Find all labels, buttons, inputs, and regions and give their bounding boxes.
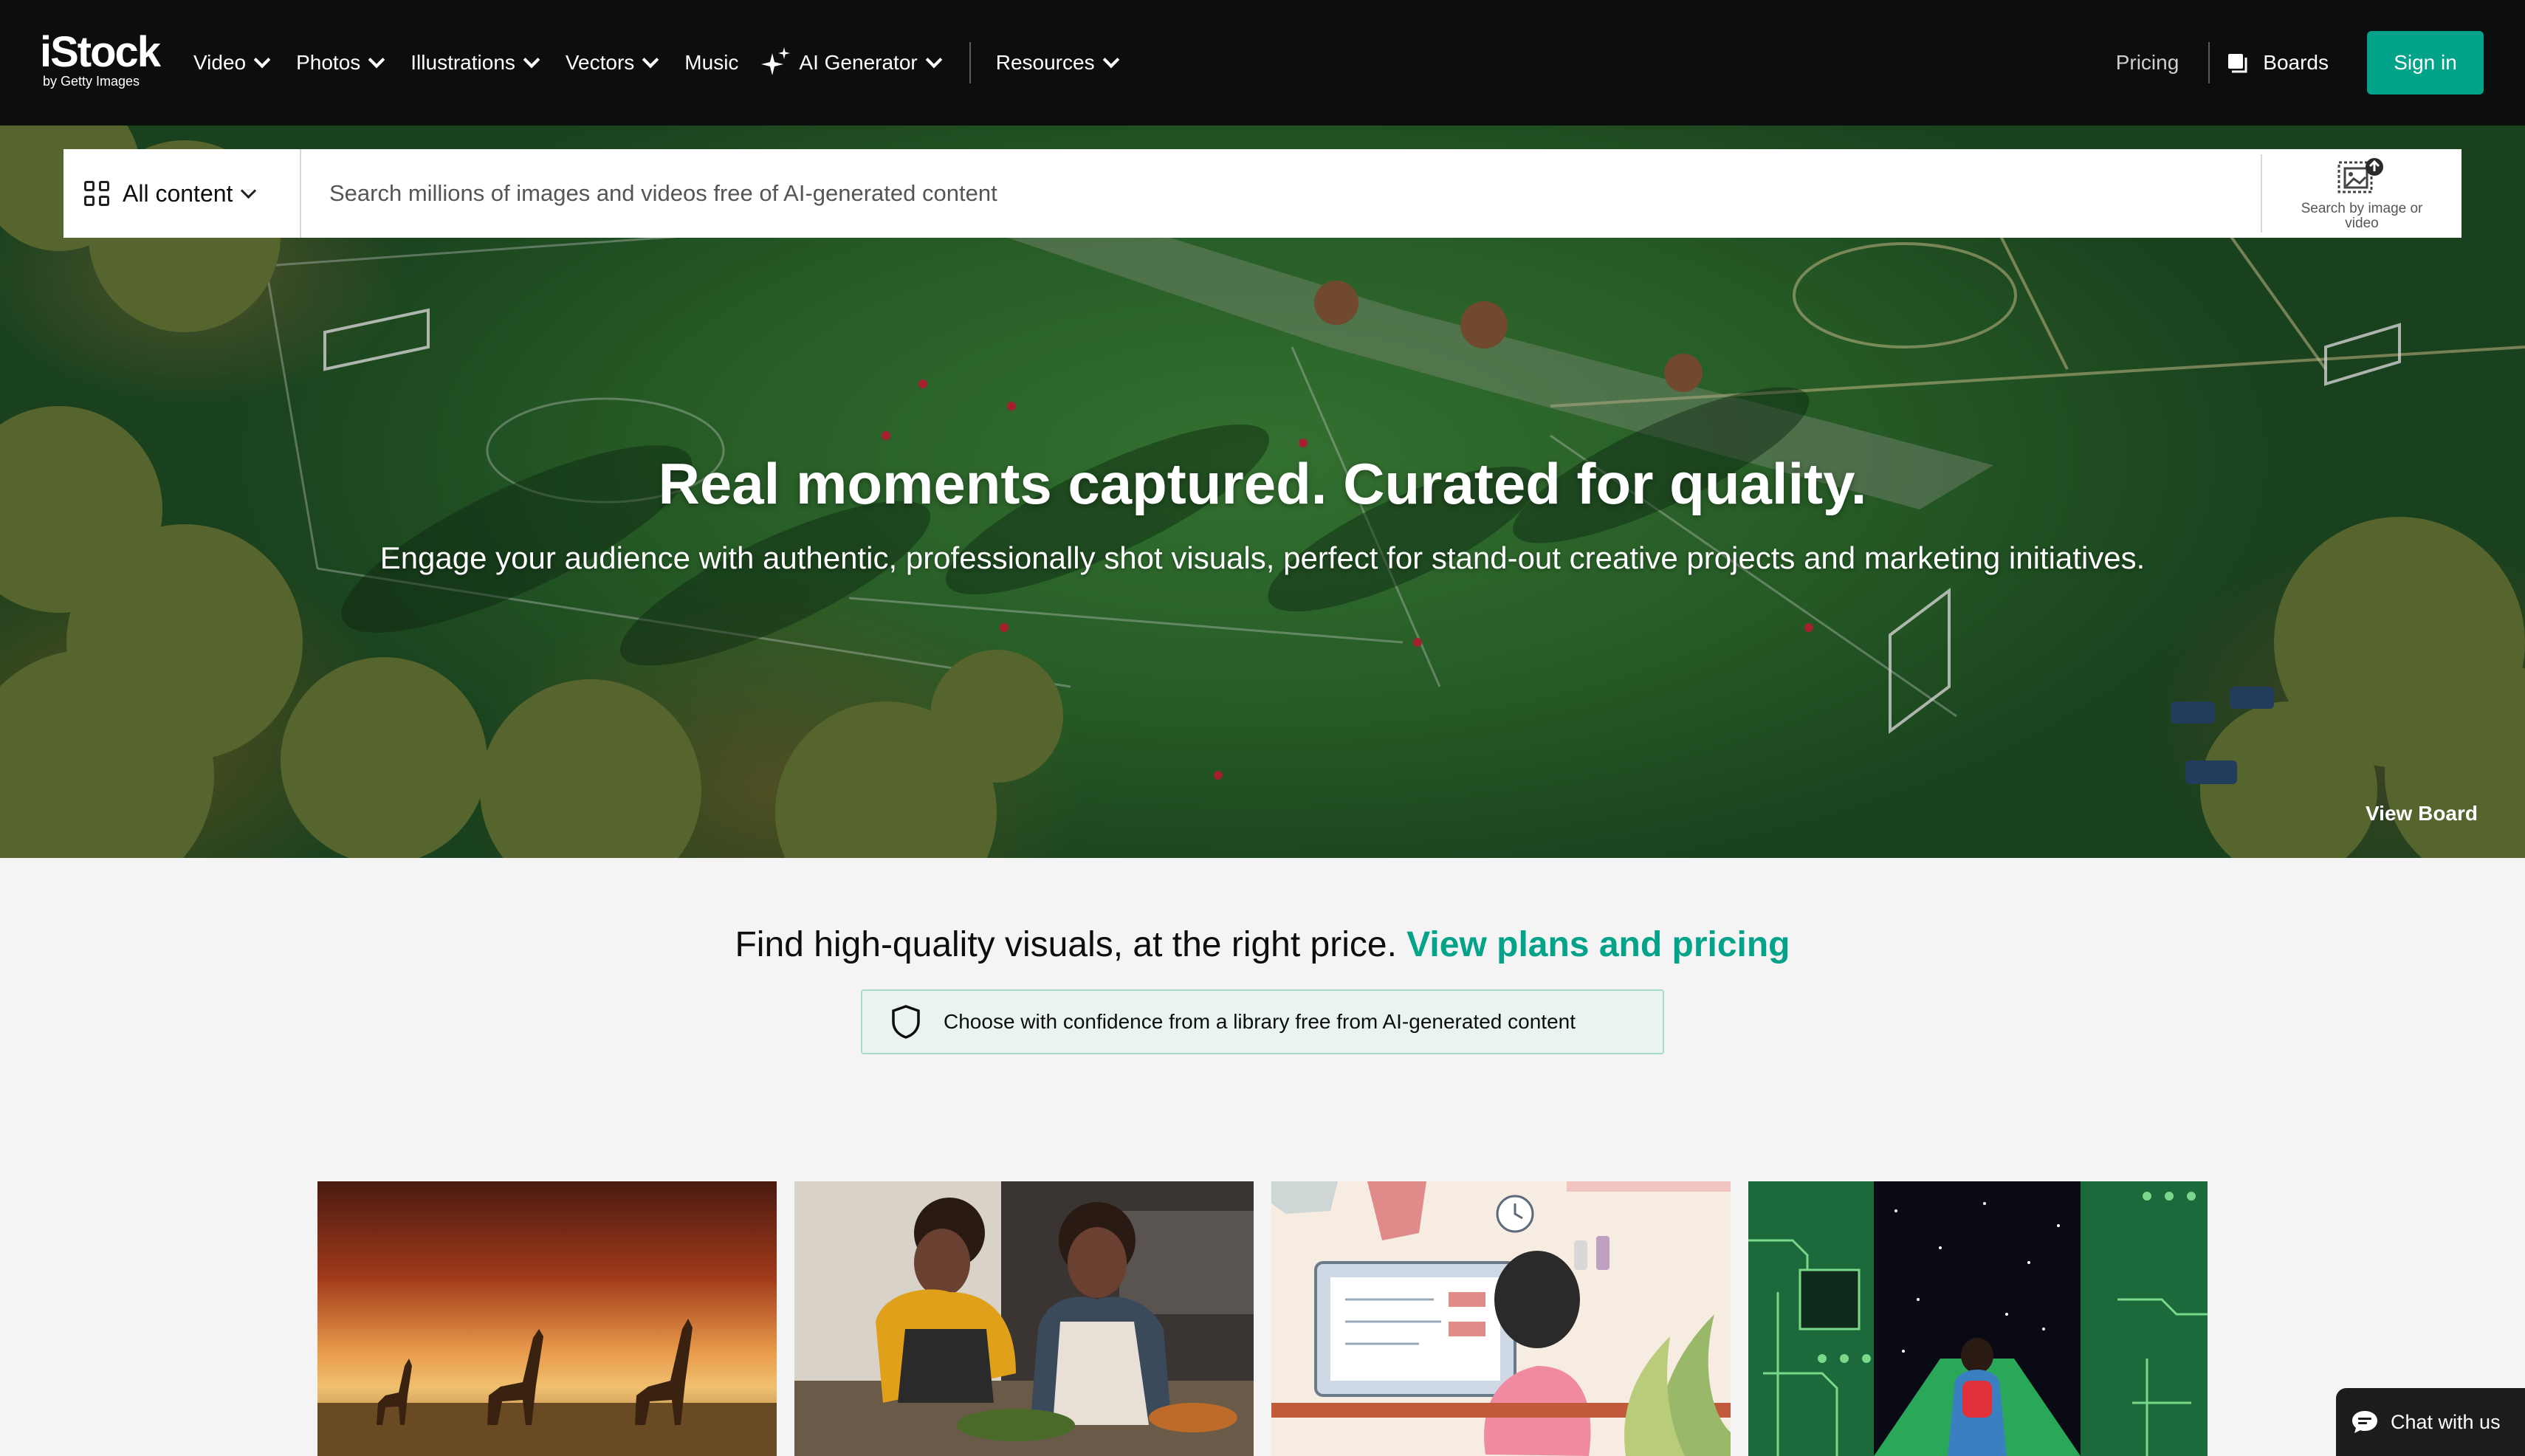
circuit-portal-illustration: [1748, 1181, 2208, 1456]
giraffes-sunset-image: [317, 1181, 777, 1456]
chat-with-us-button[interactable]: Chat with us: [2336, 1388, 2525, 1456]
nav-item-label: Video: [193, 51, 247, 74]
nav-item-ai-generator[interactable]: AI Generator: [759, 46, 943, 80]
nav-item-label: Music: [684, 51, 739, 74]
main-menu: Video Photos Illustrations Vectors Music: [193, 0, 1145, 126]
view-plans-link[interactable]: View plans and pricing: [1406, 925, 1790, 964]
nav-item-vectors[interactable]: Vectors: [565, 51, 659, 75]
chevron-down-icon: [523, 51, 540, 69]
search-bar: All content Search by image or video: [63, 149, 2462, 238]
nav-item-illustrations[interactable]: Illustrations: [410, 51, 540, 75]
account-menu: Pricing Boards Sign in: [2116, 0, 2484, 126]
top-navigation: iStock by Getty Images Video Photos Illu…: [0, 0, 2525, 126]
thumbnail-desk-illustration[interactable]: [1271, 1181, 1731, 1456]
nav-item-label: Resources: [995, 51, 1095, 74]
chevron-down-icon: [241, 182, 257, 199]
sparkle-icon: [759, 46, 793, 80]
content-type-label: All content: [123, 179, 233, 207]
hero-banner: All content Search by image or video Rea…: [0, 126, 2525, 858]
nav-item-label: Photos: [296, 51, 361, 74]
search-by-image-label: Search by image or video: [2301, 200, 2423, 231]
nav-item-video[interactable]: Video: [193, 51, 271, 75]
women-cooking-image: [794, 1181, 1254, 1456]
woman-at-desk-illustration: [1271, 1181, 1731, 1456]
nav-item-photos[interactable]: Photos: [296, 51, 385, 75]
plans-callout: Find high-quality visuals, at the right …: [0, 924, 2525, 965]
thumbnail-circuit-portal[interactable]: [1748, 1181, 2208, 1456]
logo-subtitle: by Getty Images: [43, 74, 140, 89]
istock-logo[interactable]: iStock by Getty Images: [40, 28, 161, 89]
hero-headline: Real moments captured. Curated for quali…: [658, 451, 1867, 516]
nav-divider: [969, 42, 971, 83]
nav-item-label: AI Generator: [799, 51, 918, 74]
search-input[interactable]: [301, 149, 2261, 238]
plans-text: Find high-quality visuals, at the right …: [735, 925, 1397, 964]
view-board-link[interactable]: View Board: [2366, 802, 2478, 825]
nav-item-label: Illustrations: [410, 51, 515, 74]
nav-item-resources[interactable]: Resources: [995, 51, 1119, 75]
thumbnail-cooking[interactable]: [794, 1181, 1254, 1456]
chevron-down-icon: [925, 51, 943, 69]
boards-icon: [2226, 52, 2248, 74]
search-by-image-button[interactable]: Search by image or video: [2261, 154, 2462, 233]
ai-free-badge-text: Choose with confidence from a library fr…: [944, 1010, 1576, 1033]
hero-subheadline: Engage your audience with authentic, pro…: [379, 540, 2146, 575]
boards-label: Boards: [2263, 51, 2329, 74]
chevron-down-icon: [368, 51, 385, 69]
chevron-down-icon: [642, 51, 659, 69]
nav-item-music[interactable]: Music: [684, 51, 738, 75]
sign-in-button[interactable]: Sign in: [2367, 31, 2484, 95]
grid-icon: [84, 181, 109, 206]
image-upload-icon: [2336, 157, 2388, 202]
pricing-link[interactable]: Pricing: [2116, 51, 2179, 75]
boards-button[interactable]: Boards: [2226, 51, 2329, 75]
featured-thumbnails: [317, 1181, 2208, 1456]
nav-item-label: Vectors: [565, 51, 635, 74]
chevron-down-icon: [1102, 51, 1119, 69]
thumbnail-giraffes[interactable]: [317, 1181, 777, 1456]
chat-bubble-icon: [2351, 1409, 2379, 1435]
nav-divider: [2208, 42, 2210, 83]
content-type-dropdown[interactable]: All content: [63, 149, 301, 238]
shield-icon: [890, 1004, 921, 1040]
chevron-down-icon: [253, 51, 271, 69]
chat-label: Chat with us: [2391, 1410, 2501, 1433]
logo-wordmark: iStock: [40, 28, 161, 76]
ai-free-badge: Choose with confidence from a library fr…: [861, 989, 1664, 1054]
